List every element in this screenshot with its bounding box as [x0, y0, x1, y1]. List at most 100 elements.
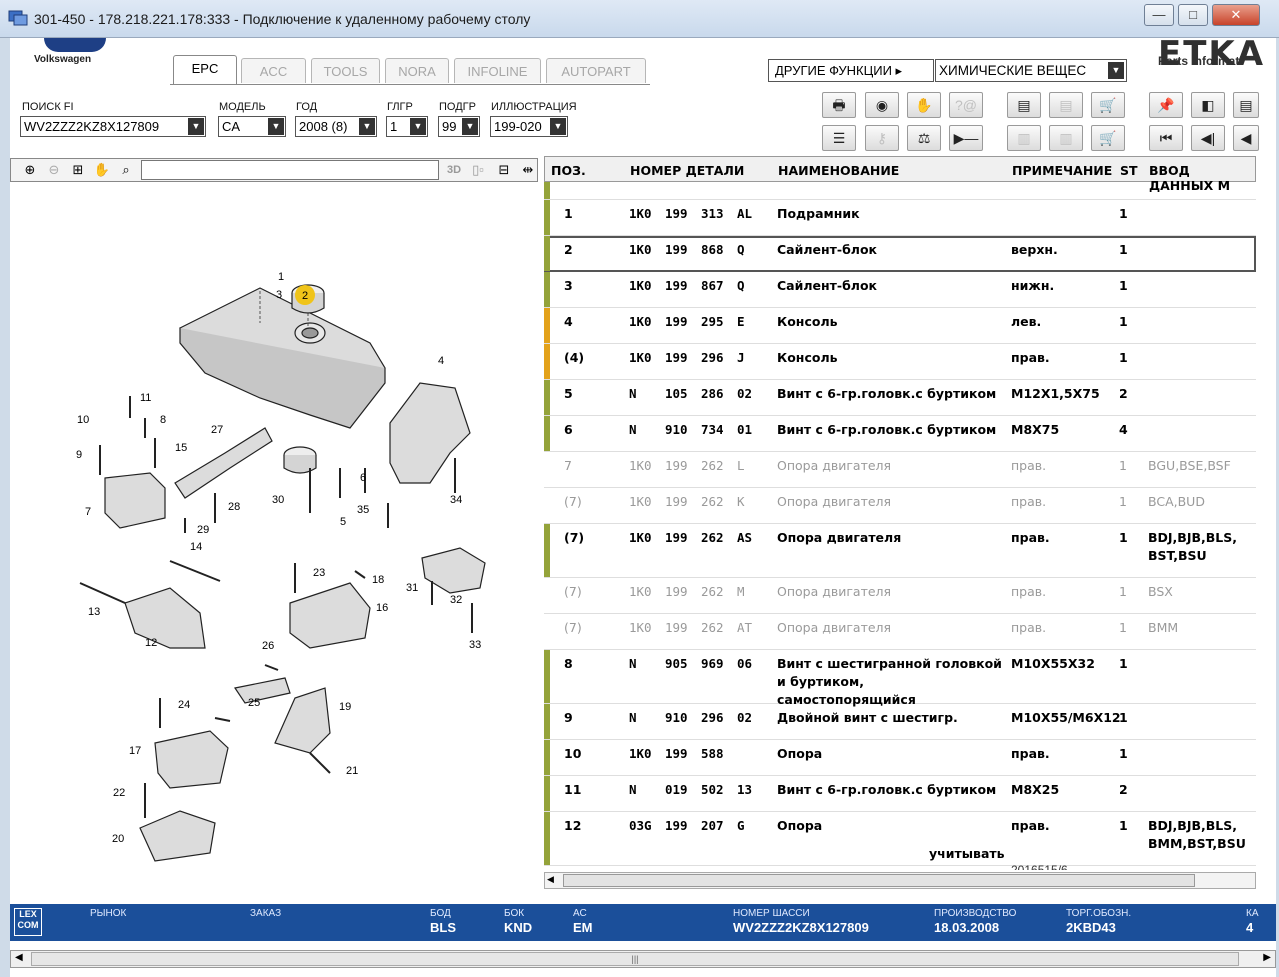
row-part-prefix: N	[629, 386, 637, 401]
play-step-icon[interactable]: ▶—	[949, 125, 983, 151]
stack-icon[interactable]: ▥	[1049, 125, 1083, 151]
table-row[interactable]: (7) 1K0 199 262 AT Опора двигателя прав. 1 BMM	[544, 614, 1256, 650]
chevron-down-icon[interactable]: ▼	[410, 118, 426, 135]
split-view-icon[interactable]: ▯▫	[467, 160, 489, 181]
table-row[interactable]: (7) 1K0 199 262 AS Опора двигателя прав. 1 BDJ,B…	[544, 524, 1256, 578]
list-icon[interactable]: ☰	[822, 125, 856, 151]
table-row[interactable]: 10 1K0 199 588 Опора прав. 1	[544, 740, 1256, 776]
diagram-search-input[interactable]	[141, 160, 439, 180]
chevron-down-icon[interactable]: ▼	[188, 118, 204, 135]
window-hscrollbar[interactable]: ◀ ||| ▶	[10, 950, 1276, 968]
table-row[interactable]: 3 1K0 199 867 Q Сайлент-блок нижн. 1	[544, 272, 1256, 308]
cart-icon[interactable]: 🛒	[1091, 125, 1125, 151]
table-row[interactable]: 1 1K0 199 313 AL Подрамник 1	[544, 200, 1256, 236]
table-row[interactable]: 5 N 105 286 02 Винт с 6-гр.головк.с буртиком M…	[544, 380, 1256, 416]
handshake-icon[interactable]: ✋	[907, 92, 941, 118]
table-row[interactable]: (7) 1K0 199 262 M Опора двигателя прав. 1 BSX	[544, 578, 1256, 614]
col-note[interactable]: ПРИМЕЧАНИЕ	[1012, 163, 1112, 178]
table-hscroll-thumb[interactable]	[563, 874, 1195, 887]
col-pos[interactable]: ПОЗ.	[551, 163, 586, 178]
illus-select[interactable]: 199-020 ▼	[490, 116, 568, 137]
window-title: 301-450 - 178.218.221.178:333 - Подключе…	[34, 11, 531, 27]
book-back-icon[interactable]: ◧	[1191, 92, 1225, 118]
zoom-in-icon[interactable]: ⊕	[19, 160, 41, 181]
layout-icon[interactable]: ⊟	[493, 160, 515, 181]
chevron-down-icon[interactable]: ▼	[268, 118, 284, 135]
svg-text:34: 34	[450, 494, 462, 506]
other-functions-select[interactable]: ХИМИЧЕСКИЕ ВЕЩЕС ▼	[935, 59, 1127, 82]
hand-icon[interactable]: ✋	[91, 160, 113, 181]
table-row[interactable]: 7 1K0 199 262 L Опора двигателя прав. 1 BGU,BSE,…	[544, 452, 1256, 488]
scroll-right-icon[interactable]: ▶	[1263, 952, 1271, 963]
chevron-down-icon[interactable]: ▼	[359, 118, 375, 135]
svg-text:27: 27	[211, 424, 223, 436]
back-icon[interactable]: ◀	[1233, 125, 1259, 151]
table-row[interactable]: 4 1K0 199 295 E Консоль лев. 1	[544, 308, 1256, 344]
row-note: нижн.	[1011, 278, 1055, 293]
sg-select[interactable]: 99 ▼	[438, 116, 480, 137]
print-icon[interactable]: 🖶	[822, 92, 856, 118]
svg-text:15: 15	[175, 442, 187, 454]
row-part-index: 06	[737, 656, 753, 671]
tab-epc[interactable]: EPC	[173, 55, 237, 85]
resize-icon[interactable]: ⇹	[517, 160, 539, 181]
parts-diagram[interactable]: 123 456 789 10 11 12 13 14 15 16 17 18 19 20 21 …	[10, 183, 543, 903]
col-st[interactable]: ST	[1120, 163, 1138, 178]
table-hscrollbar[interactable]: ◀	[544, 872, 1256, 889]
phone-icon[interactable]: ▥	[1007, 125, 1041, 151]
first-page-icon[interactable]: ⏮	[1149, 125, 1183, 151]
chevron-down-icon[interactable]: ▼	[462, 118, 478, 135]
scroll-left-icon[interactable]: ◀	[547, 874, 554, 885]
tab-tools[interactable]: TOOLS	[311, 58, 380, 83]
diagram-toolbar: ⊕ ⊖ ⊞ ✋ ⌕ 3D ▯▫ ⊟ ⇹	[10, 158, 538, 182]
row-part-main: 019	[665, 782, 688, 797]
depot-icon[interactable]: ▤	[1049, 92, 1083, 118]
close-button[interactable]: ✕	[1212, 4, 1260, 26]
table-row[interactable]: 12 03G 199 207 G Опора прав. 1 BDJ,BJB,BLS, BMM,…	[544, 812, 1256, 866]
table-row[interactable]: 2 1K0 199 868 Q Сайлент-блок верхн. 1	[544, 236, 1256, 272]
table-row[interactable]: 11 N 019 502 13 Винт с 6-гр.головк.с буртиком…	[544, 776, 1256, 812]
row-st: 1	[1119, 710, 1128, 725]
maximize-button[interactable]: □	[1178, 4, 1208, 26]
tab-acc[interactable]: ACC	[241, 58, 306, 83]
scanner-icon[interactable]: ◉	[865, 92, 899, 118]
table-row[interactable]: 8 N 905 969 06 Винт с шестигранной головкой и…	[544, 650, 1256, 707]
row-part-middle: 313	[701, 206, 724, 221]
vin-field[interactable]: WV2ZZZ2KZ8X127809 ▼	[20, 116, 206, 137]
table-row[interactable]: (4) 1K0 199 296 J Консоль прав. 1	[544, 344, 1256, 380]
search-icon[interactable]: ⌕	[115, 160, 137, 181]
other-functions-label[interactable]: ДРУГИЕ ФУНКЦИИ ▸	[768, 59, 934, 82]
pin-icon[interactable]: 📌	[1149, 92, 1183, 118]
col-name[interactable]: НАИМЕНОВАНИЕ	[778, 163, 899, 178]
model-select[interactable]: CA ▼	[218, 116, 286, 137]
zoom-area-icon[interactable]: ⊞	[67, 160, 89, 181]
tab-autopart[interactable]: AUTOPART	[546, 58, 646, 83]
row-status-bar	[544, 614, 550, 649]
key-icon[interactable]: ⚷	[865, 125, 899, 151]
chevron-down-icon[interactable]: ▼	[550, 118, 566, 135]
year-select[interactable]: 2008 (8) ▼	[295, 116, 377, 137]
col-part[interactable]: НОМЕР ДЕТАЛИ	[630, 163, 744, 178]
book-icon[interactable]: ▤	[1233, 92, 1259, 118]
tab-infoline[interactable]: INFOLINE	[454, 58, 541, 83]
row-st: 1	[1119, 530, 1128, 545]
row-st: 1	[1119, 206, 1128, 221]
mg-select[interactable]: 1 ▼	[386, 116, 428, 137]
tab-nora[interactable]: NORA	[385, 58, 449, 83]
view-3d-button[interactable]: 3D	[443, 160, 465, 181]
prev-page-icon[interactable]: ◀|	[1191, 125, 1225, 151]
help-icon[interactable]: ?@	[949, 92, 983, 118]
scale-icon[interactable]: ⚖	[907, 125, 941, 151]
svg-text:11: 11	[140, 392, 151, 404]
minimize-button[interactable]: —	[1144, 4, 1174, 26]
table-row[interactable]: 9 N 910 296 02 Двойной винт с шестигр. M10X55/…	[544, 704, 1256, 740]
elsa-icon[interactable]: ▤	[1007, 92, 1041, 118]
chevron-down-icon[interactable]: ▼	[1108, 62, 1124, 79]
table-row[interactable]: 6 N 910 734 01 Винт с 6-гр.головк.с буртиком M…	[544, 416, 1256, 452]
scroll-left-icon[interactable]: ◀	[15, 952, 23, 963]
table-row[interactable]: (7) 1K0 199 262 K Опора двигателя прав. 1 BCA,BU…	[544, 488, 1256, 524]
zoom-out-icon[interactable]: ⊖	[43, 160, 65, 181]
cart-add-icon[interactable]: 🛒	[1091, 92, 1125, 118]
row-part-main: 199	[665, 584, 688, 599]
window-hscroll-thumb[interactable]: |||	[31, 952, 1239, 966]
